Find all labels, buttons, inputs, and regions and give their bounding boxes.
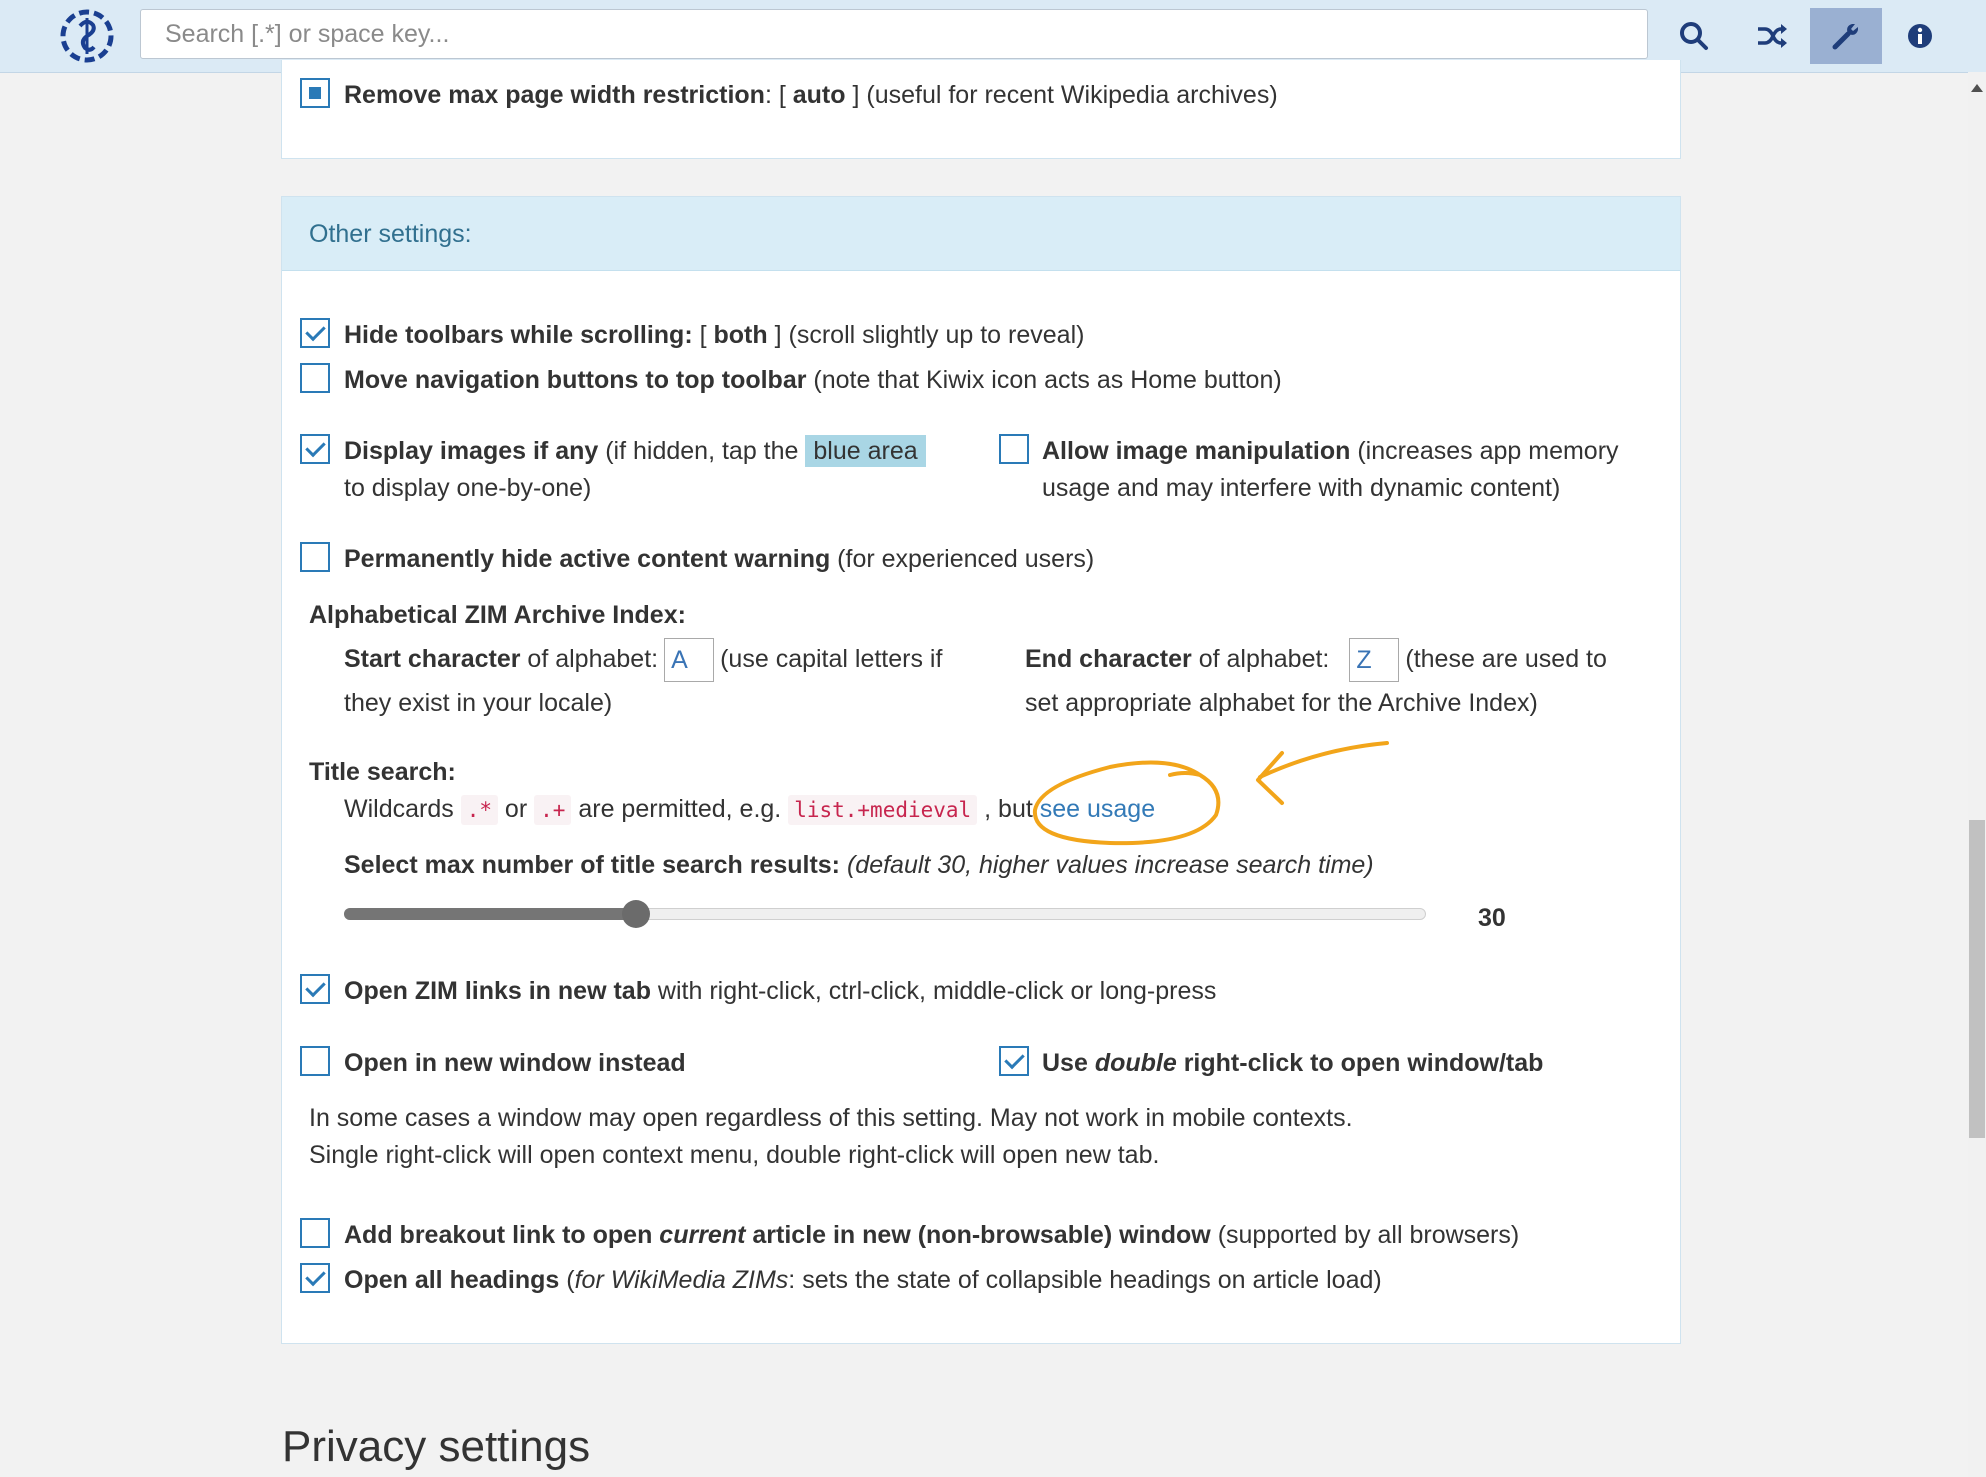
breakout-link-label: Add breakout link to open current articl…	[344, 1221, 1520, 1249]
random-shuffle-icon	[1758, 24, 1787, 48]
image-manipulation-checkbox[interactable]	[999, 434, 1029, 464]
open-links-new-tab-label: Open ZIM links in new tab with right-cli…	[344, 977, 1217, 1005]
max-width-checkbox[interactable]	[300, 78, 330, 108]
end-character-input[interactable]: Z	[1349, 638, 1400, 683]
wildcard-code-2: .+	[534, 795, 572, 825]
blue-area-highlight: blue area	[805, 435, 926, 467]
wildcard-example-code: list.+medieval	[788, 795, 978, 825]
move-nav-buttons-checkbox[interactable]	[300, 363, 330, 393]
open-new-window-label: Open in new window instead	[344, 1049, 686, 1077]
title-search-title: Title search:	[309, 758, 456, 786]
double-right-click-checkbox[interactable]	[999, 1046, 1029, 1076]
search-button[interactable]	[1658, 8, 1730, 64]
settings-button[interactable]	[1810, 8, 1882, 64]
hide-content-warning-checkbox[interactable]	[300, 542, 330, 572]
open-new-window-checkbox[interactable]	[300, 1046, 330, 1076]
window-note-line-2: Single right-click will open context men…	[309, 1141, 1160, 1169]
page-scrollbar[interactable]	[1968, 72, 1986, 1477]
search-input[interactable]	[140, 9, 1648, 59]
hide-content-warning-label: Permanently hide active content warning …	[344, 545, 1095, 573]
open-all-headings-label: Open all headings (for WikiMedia ZIMs: s…	[344, 1266, 1382, 1294]
alphabetical-index-title: Alphabetical ZIM Archive Index:	[309, 601, 686, 629]
open-all-headings-checkbox[interactable]	[300, 1263, 330, 1293]
random-article-button[interactable]	[1736, 8, 1808, 64]
about-button[interactable]	[1884, 8, 1956, 64]
other-settings-header: Other settings:	[282, 197, 1680, 271]
window-note-line-1: In some cases a window may open regardle…	[309, 1104, 1353, 1132]
breakout-link-checkbox[interactable]	[300, 1218, 330, 1248]
privacy-settings-heading: Privacy settings	[282, 1422, 591, 1471]
hide-toolbars-checkbox[interactable]	[300, 318, 330, 348]
end-character-group: End character of alphabet: Z (these are us…	[1025, 638, 1665, 724]
open-links-new-tab-checkbox[interactable]	[300, 974, 330, 1004]
image-manipulation-label: Allow image manipulation (increases app …	[1042, 437, 1619, 502]
start-character-group: Start character of alphabet: A (use capita…	[344, 638, 984, 724]
annotation-circle-arrow-icon	[1032, 741, 1389, 846]
wildcard-code-1: .*	[460, 795, 498, 825]
max-width-label: Remove max page width restriction: [ aut…	[344, 81, 1278, 109]
wrench-settings-icon	[1832, 24, 1858, 50]
max-results-slider-fill	[344, 908, 637, 920]
start-character-input[interactable]: A	[664, 638, 715, 683]
max-results-value: 30	[1478, 904, 1506, 932]
move-nav-buttons-label: Move navigation buttons to top toolbar (…	[344, 366, 1282, 394]
max-results-slider-handle[interactable]	[622, 900, 651, 928]
search-icon	[1680, 22, 1708, 50]
info-icon	[1908, 24, 1932, 48]
scrollbar-thumb[interactable]	[1969, 820, 1985, 1138]
hide-toolbars-label: Hide toolbars while scrolling: [ both ] …	[344, 321, 1085, 349]
scroll-up-arrow-icon[interactable]	[1971, 84, 1983, 92]
double-right-click-label: Use double right-click to open window/ta…	[1042, 1049, 1544, 1077]
display-images-checkbox[interactable]	[300, 434, 330, 464]
display-images-label: Display images if any (if hidden, tap th…	[344, 433, 964, 507]
kiwix-logo-icon[interactable]	[56, 8, 118, 64]
